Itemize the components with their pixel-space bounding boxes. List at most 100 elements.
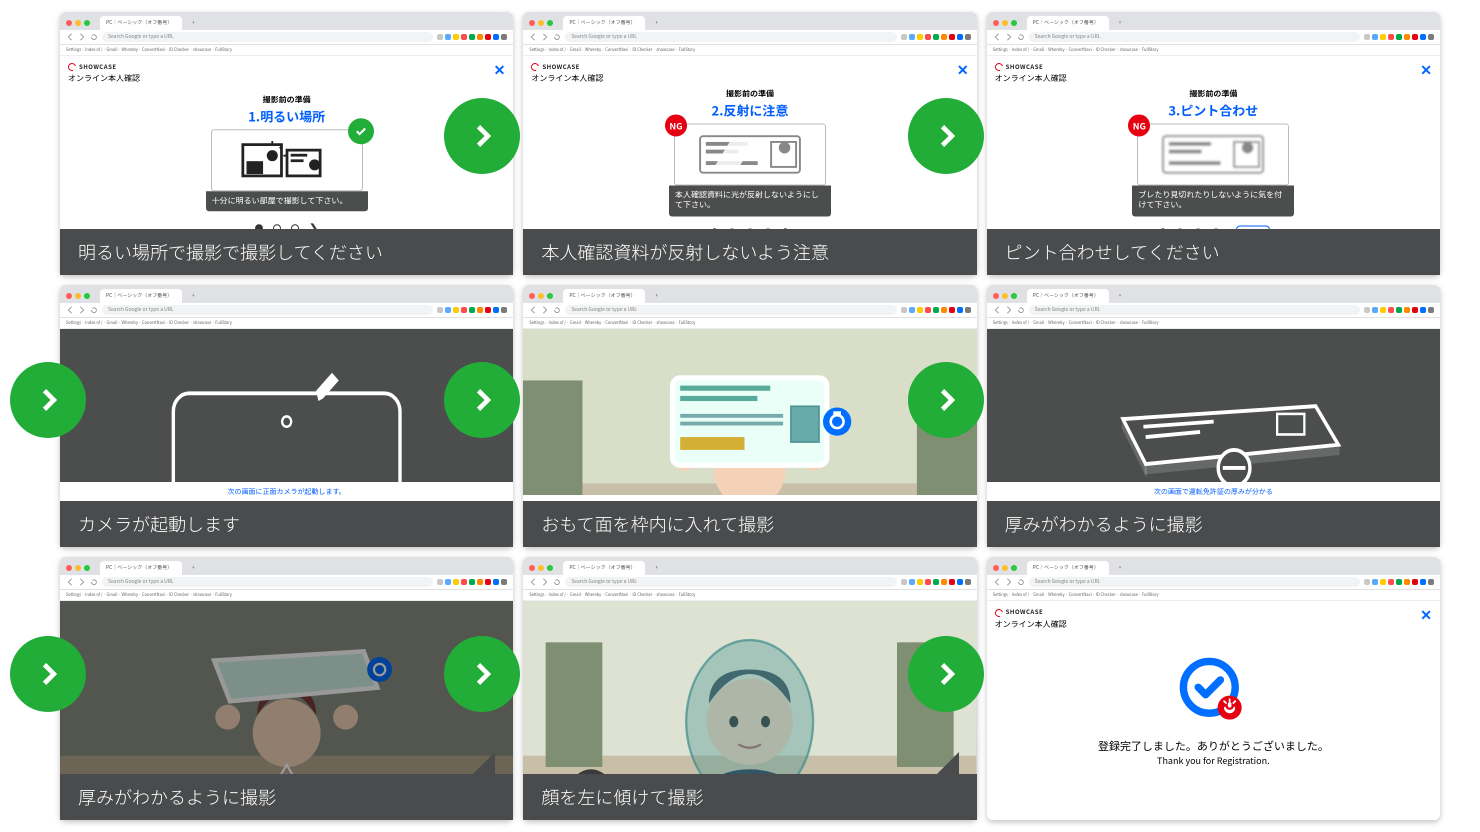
browser-tab[interactable]: PC｜ベーシック（オフ番号） — [1027, 16, 1109, 30]
new-tab-button[interactable]: + — [649, 561, 671, 575]
ng-badge: NG — [1128, 115, 1150, 137]
nav-reload-icon[interactable] — [553, 306, 561, 314]
close-icon[interactable]: ✕ — [1420, 60, 1432, 80]
caption-text: 顔を左に傾けて撮影 — [541, 784, 703, 810]
bookmark-bar: Settings · Index of / · Gmail · Whereby … — [523, 318, 976, 329]
nav-back-icon[interactable] — [993, 33, 1001, 41]
nav-forward-icon[interactable] — [541, 33, 549, 41]
new-tab-button[interactable]: + — [649, 289, 671, 303]
caption-bar: ピント合わせしてください — [987, 229, 1440, 275]
bookmark-bar: Settings · Index of / · Gmail · Whereby … — [60, 45, 513, 56]
instr-pretitle: 撮影前の準備 — [1189, 89, 1237, 100]
browser-tab[interactable]: PC｜ベーシック（オフ番号） — [100, 561, 182, 575]
nav-reload-icon[interactable] — [1017, 33, 1025, 41]
omnibox[interactable]: Search Google or type a URL — [565, 32, 896, 42]
browser-urlbar: Search Google or type a URL — [60, 30, 513, 45]
instr-title: 3.ピント合わせ — [1168, 101, 1258, 120]
cell-9: PC｜ベーシック（オフ番号） + Search Google or type a … — [987, 557, 1440, 820]
brand-logo: SHOWCASE — [531, 62, 968, 71]
omnibox[interactable]: Search Google or type a URL — [102, 305, 433, 315]
nav-back-icon[interactable] — [529, 306, 537, 314]
nav-back-icon[interactable] — [993, 306, 1001, 314]
nav-reload-icon[interactable] — [90, 578, 98, 586]
arrow-icon — [908, 636, 984, 712]
nav-forward-icon[interactable] — [78, 578, 86, 586]
panel-msg-1: 次の画面に正面カメラが起動します。 — [228, 488, 346, 497]
browser-tab[interactable]: PC｜ベーシック（オフ番号） — [563, 289, 645, 303]
caption-bar: 厚みがわかるように撮影 — [987, 501, 1440, 547]
omnibox[interactable]: Search Google or type a URL — [102, 577, 433, 587]
nav-forward-icon[interactable] — [78, 306, 86, 314]
bookmark-bar: Settings · Index of / · Gmail · Whereby … — [60, 318, 513, 329]
cell-3: PC｜ベーシック（オフ番号） + Search Google or type a … — [987, 12, 1440, 275]
browser-tab[interactable]: PC｜ベーシック（オフ番号） — [1027, 289, 1109, 303]
nav-forward-icon[interactable] — [541, 306, 549, 314]
instr-pretitle: 撮影前の準備 — [726, 89, 774, 100]
caption-bar: 顔を左に傾けて撮影 — [523, 774, 976, 820]
nav-back-icon[interactable] — [529, 578, 537, 586]
omnibox[interactable]: Search Google or type a URL — [565, 577, 896, 587]
instr-illustration-bright — [211, 129, 363, 191]
ok-badge-icon — [348, 118, 374, 144]
omnibox[interactable]: Search Google or type a URL — [1029, 577, 1360, 587]
instr-title: 2.反射に注意 — [712, 101, 789, 120]
omnibox[interactable]: Search Google or type a URL — [1029, 305, 1360, 315]
bookmark-bar: Settings · Index of / · Gmail · Whereby … — [523, 45, 976, 56]
browser-tab[interactable]: PC｜ベーシック（オフ番号） — [100, 16, 182, 30]
arrow-icon — [444, 636, 520, 712]
arrow-icon — [908, 98, 984, 174]
nav-reload-icon[interactable] — [90, 33, 98, 41]
caption-text: 本人確認資料が反射しないよう注意 — [541, 239, 829, 265]
browser-tab[interactable]: PC｜ベーシック（オフ番号） — [563, 16, 645, 30]
nav-forward-icon[interactable] — [1005, 306, 1013, 314]
browser-tab[interactable]: PC｜ベーシック（オフ番号） — [1027, 561, 1109, 575]
new-tab-button[interactable]: + — [1113, 289, 1135, 303]
nav-forward-icon[interactable] — [78, 33, 86, 41]
new-tab-button[interactable]: + — [649, 16, 671, 30]
nav-reload-icon[interactable] — [1017, 578, 1025, 586]
close-icon[interactable]: ✕ — [494, 60, 506, 80]
nav-reload-icon[interactable] — [553, 578, 561, 586]
caption-bar: 明るい場所で撮影で撮影してください — [60, 229, 513, 275]
new-tab-button[interactable]: + — [186, 16, 208, 30]
new-tab-button[interactable]: + — [186, 289, 208, 303]
browser-tab[interactable]: PC｜ベーシック（オフ番号） — [100, 289, 182, 303]
cell-7: PC｜ベーシック（オフ番号） + Search Google or type a … — [60, 557, 513, 820]
browser-tab[interactable]: PC｜ベーシック（オフ番号） — [563, 561, 645, 575]
instr-pretitle: 撮影前の準備 — [263, 94, 311, 105]
instr-illustration-reflect: NG — [674, 124, 826, 186]
ng-badge: NG — [665, 115, 687, 137]
caption-bar: おもて面を枠内に入れて撮影 — [523, 501, 976, 547]
new-tab-button[interactable]: + — [1113, 16, 1135, 30]
nav-reload-icon[interactable] — [1017, 306, 1025, 314]
omnibox[interactable]: Search Google or type a URL — [102, 32, 433, 42]
nav-back-icon[interactable] — [993, 578, 1001, 586]
caption-text: 厚みがわかるように撮影 — [78, 784, 276, 810]
instr-desc: ブレたり見切れたりしないように気を付けて下さい。 — [1132, 186, 1294, 217]
instr-desc: 十分に明るい部屋で撮影して下さい。 — [206, 191, 368, 211]
caption-bar: カメラが起動します — [60, 501, 513, 547]
omnibox[interactable]: Search Google or type a URL — [565, 305, 896, 315]
omnibox[interactable]: Search Google or type a URL — [1029, 32, 1360, 42]
page-subtitle: オンライン本人確認 — [995, 73, 1432, 84]
page-subtitle: オンライン本人確認 — [531, 73, 968, 84]
arrow-icon — [908, 362, 984, 438]
arrow-icon — [444, 362, 520, 438]
nav-reload-icon[interactable] — [90, 306, 98, 314]
traffic-lights — [66, 20, 90, 26]
nav-forward-icon[interactable] — [1005, 578, 1013, 586]
bookmark-bar: Settings · Index of / · Gmail · Whereby … — [60, 590, 513, 601]
caption-text: おもて面を枠内に入れて撮影 — [541, 511, 774, 537]
new-tab-button[interactable]: + — [186, 561, 208, 575]
nav-back-icon[interactable] — [66, 306, 74, 314]
nav-reload-icon[interactable] — [553, 33, 561, 41]
nav-back-icon[interactable] — [529, 33, 537, 41]
nav-forward-icon[interactable] — [541, 578, 549, 586]
nav-back-icon[interactable] — [66, 578, 74, 586]
completion-panel: 登録完了しました。ありがとうございました。 Thank you for Regi… — [987, 601, 1440, 820]
new-tab-button[interactable]: + — [1113, 561, 1135, 575]
close-icon[interactable]: ✕ — [957, 60, 969, 80]
nav-back-icon[interactable] — [66, 33, 74, 41]
nav-forward-icon[interactable] — [1005, 33, 1013, 41]
complete-text-jp: 登録完了しました。ありがとうございました。 — [1098, 738, 1329, 754]
